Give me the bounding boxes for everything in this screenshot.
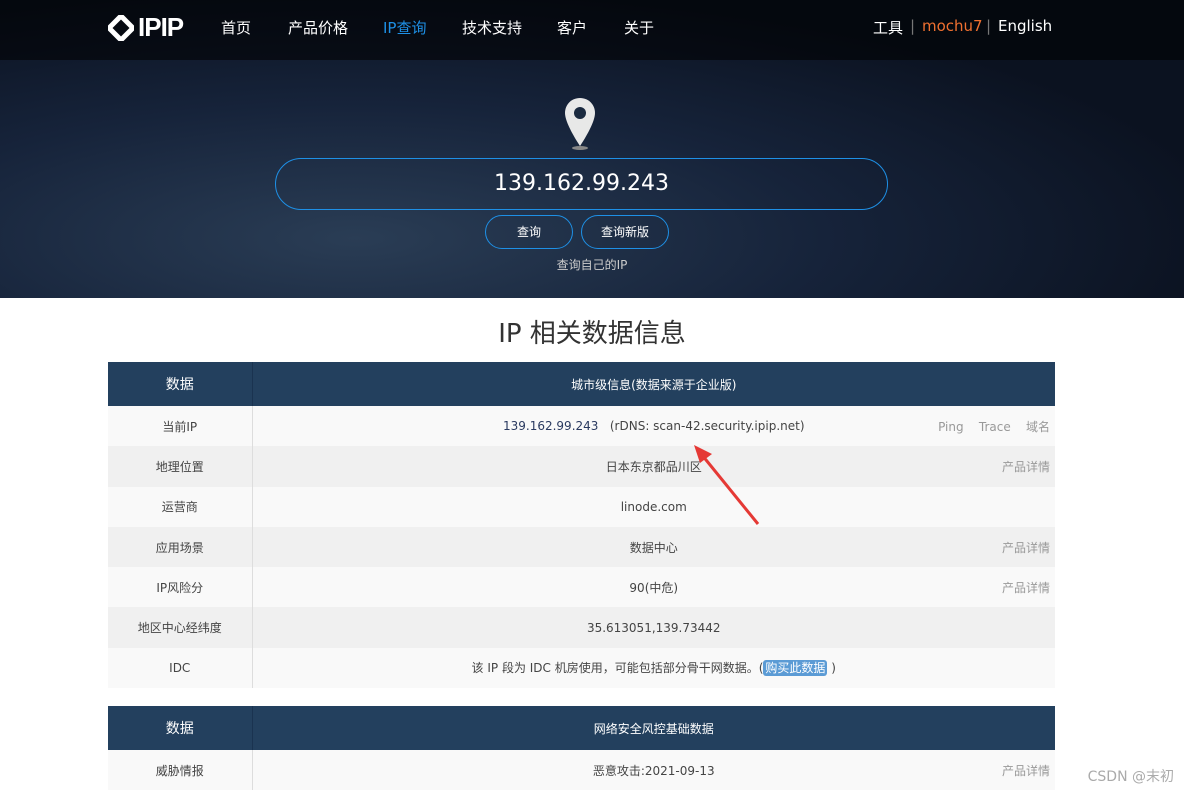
- row-value: 90(中危): [629, 580, 679, 595]
- ip-value: 139.162.99.243: [502, 419, 599, 434]
- product-details-link[interactable]: 产品详情: [1002, 539, 1050, 556]
- row-label: 运营商: [108, 486, 253, 527]
- language-link[interactable]: English: [998, 17, 1052, 35]
- ip-search-input[interactable]: 139.162.99.243: [275, 158, 888, 210]
- nav-pricing[interactable]: 产品价格: [288, 17, 348, 38]
- query-self-link[interactable]: 查询自己的IP: [0, 256, 1184, 273]
- row-label: IP风险分: [108, 567, 253, 608]
- page-title: IP 相关数据信息: [498, 319, 686, 349]
- row-value: 恶意攻击:2021-09-13: [592, 763, 715, 778]
- trace-link[interactable]: Trace: [979, 420, 1011, 434]
- table-row: 运营商 linode.com: [108, 486, 1055, 527]
- table-row: 当前IP 139.162.99.243 (rDNS: scan-42.securi…: [108, 406, 1055, 447]
- row-label: 威胁情报: [108, 750, 253, 791]
- buy-data-link[interactable]: 购买此数据: [763, 660, 828, 677]
- table-row: 地理位置 日本东京都品川区 产品详情: [108, 446, 1055, 487]
- header-security: 网络安全风控基础数据: [252, 706, 1055, 750]
- product-details-link[interactable]: 产品详情: [1002, 579, 1050, 596]
- table-row: IDC 该 IP 段为 IDC 机房使用，可能包括部分骨干网数据。(购买此数据 ): [108, 647, 1055, 689]
- row-value: 数据中心: [629, 540, 678, 555]
- product-details-link[interactable]: 产品详情: [1002, 762, 1050, 779]
- rdns-value: (rDNS: scan-42.security.ipip.net): [609, 419, 805, 434]
- ping-link[interactable]: Ping: [938, 420, 964, 434]
- watermark: CSDN @末初: [1087, 769, 1174, 785]
- row-label: 地区中心经纬度: [108, 607, 253, 648]
- table-row: 地区中心经纬度 35.613051,139.73442: [108, 607, 1055, 648]
- query-button[interactable]: 查询: [485, 215, 573, 249]
- row-value: 日本东京都品川区: [605, 459, 702, 474]
- row-label: 当前IP: [108, 406, 253, 447]
- table-row: 威胁情报 恶意攻击:2021-09-13 产品详情: [108, 750, 1055, 791]
- logo-text: IPIP: [138, 12, 184, 42]
- nav-about[interactable]: 关于: [624, 17, 654, 38]
- divider: |: [986, 17, 992, 35]
- nav-home[interactable]: 首页: [221, 17, 251, 38]
- row-value: 35.613051,139.73442: [586, 620, 721, 635]
- row-label: IDC: [108, 647, 253, 689]
- header-city-info: 城市级信息(数据来源于企业版): [252, 362, 1055, 406]
- divider: |: [910, 17, 916, 35]
- nav-ip-query[interactable]: IP查询: [383, 17, 426, 38]
- row-label: 地理位置: [108, 446, 253, 487]
- tools-link[interactable]: 工具: [873, 17, 903, 38]
- city-info-table: 数据 城市级信息(数据来源于企业版) 当前IP 139.162.99.243 (rD…: [108, 362, 1055, 689]
- row-value: 该 IP 段为 IDC 机房使用，可能包括部分骨干网数据。(: [471, 661, 764, 676]
- row-label: 应用场景: [108, 526, 253, 568]
- nav-customers[interactable]: 客户: [557, 17, 587, 38]
- table-row: 应用场景 数据中心 产品详情: [108, 526, 1055, 568]
- domain-link[interactable]: 域名: [1026, 420, 1050, 434]
- logo-icon: [108, 14, 134, 41]
- header-data: 数据: [108, 362, 253, 406]
- query-new-button[interactable]: 查询新版: [581, 215, 669, 249]
- security-table: 数据 网络安全风控基础数据 威胁情报 恶意攻击:2021-09-13 产品详情: [108, 706, 1055, 791]
- logo[interactable]: IPIP: [108, 12, 184, 43]
- product-details-link[interactable]: 产品详情: [1002, 458, 1050, 475]
- table-row: IP风险分 90(中危) 产品详情: [108, 567, 1055, 608]
- header-data: 数据: [108, 706, 253, 750]
- top-nav: IPIP 首页 产品价格 IP查询 技术支持 客户 关于 工具 | mochu7…: [0, 0, 1184, 60]
- user-link[interactable]: mochu7: [922, 17, 983, 35]
- row-value: linode.com: [620, 499, 687, 514]
- paren: ): [831, 661, 836, 676]
- nav-support[interactable]: 技术支持: [462, 17, 522, 38]
- location-pin-icon: [565, 98, 595, 150]
